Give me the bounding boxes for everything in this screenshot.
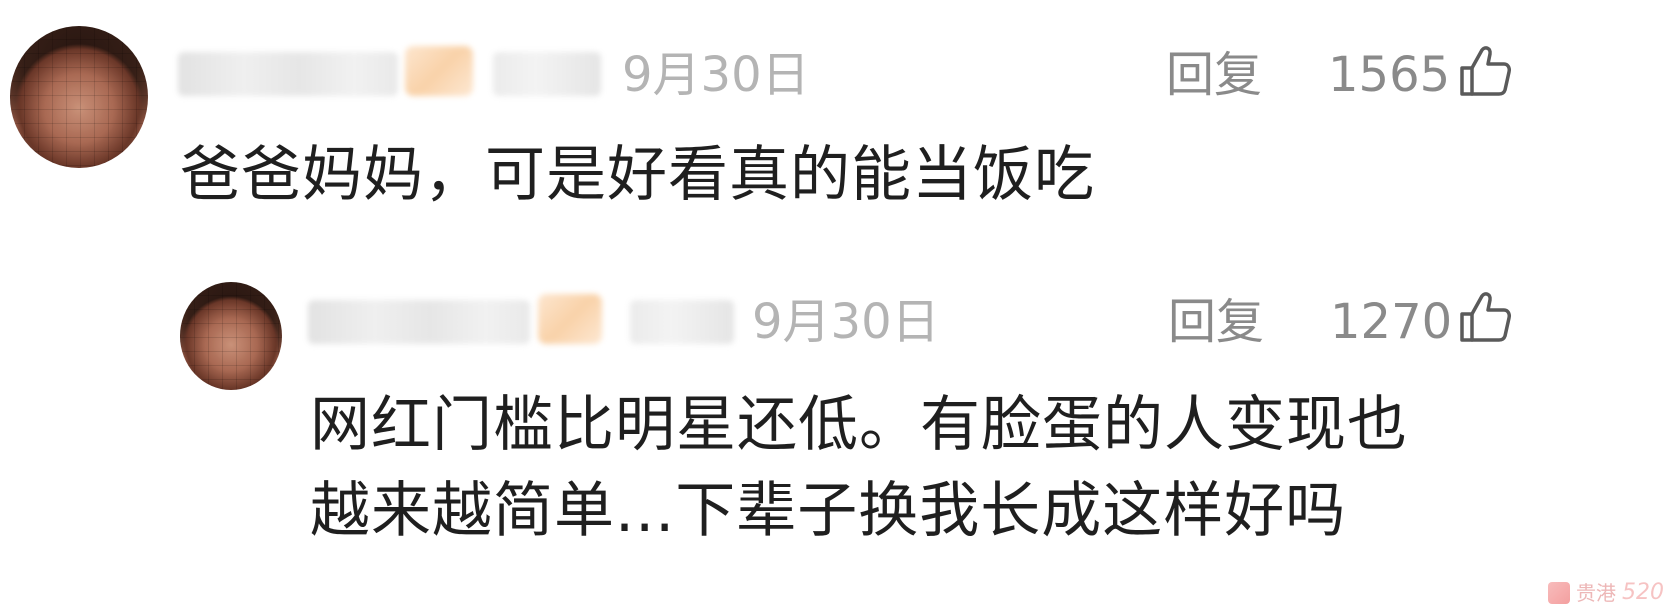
watermark-number: 520 xyxy=(1622,580,1664,605)
blurred-badge xyxy=(538,294,602,344)
like-count: 1270 xyxy=(1330,294,1453,350)
comment-date: 9月30日 xyxy=(622,47,810,103)
reply-button[interactable]: 回复 xyxy=(1168,298,1264,346)
comment-text-line-2: 越来越简单...下辈子换我长成这样好吗 xyxy=(310,476,1347,546)
watermark: 贵港 520 xyxy=(1548,582,1664,604)
thumbs-up-icon[interactable] xyxy=(1458,44,1512,98)
comment-text-line-1: 网红门槛比明星还低。有脸蛋的人变现也 xyxy=(310,390,1408,460)
blurred-username[interactable] xyxy=(178,52,398,96)
watermark-text: 贵港 xyxy=(1576,581,1616,605)
blurred-location xyxy=(493,52,601,96)
like-count: 1565 xyxy=(1328,47,1451,103)
watermark-logo-icon xyxy=(1548,582,1570,604)
thumbs-up-icon[interactable] xyxy=(1458,290,1512,344)
blurred-username[interactable] xyxy=(308,300,530,344)
blurred-badge xyxy=(405,46,473,96)
avatar[interactable] xyxy=(10,26,148,168)
reply-button[interactable]: 回复 xyxy=(1166,51,1262,99)
comment-date: 9月30日 xyxy=(752,294,940,350)
avatar[interactable] xyxy=(180,282,282,390)
blurred-location xyxy=(630,300,734,344)
comment-text: 爸爸妈妈，可是好看真的能当饭吃 xyxy=(180,140,1095,210)
